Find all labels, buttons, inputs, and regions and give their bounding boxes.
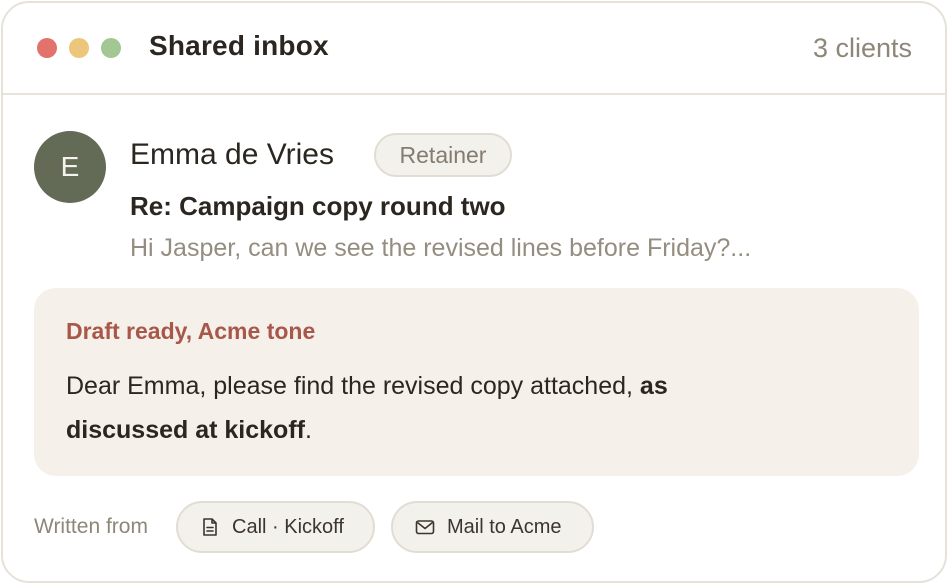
minimize-window-button[interactable] xyxy=(69,38,89,58)
window-title: Shared inbox xyxy=(149,30,329,61)
close-window-button[interactable] xyxy=(37,38,57,58)
title-bar: Shared inbox 3 clients xyxy=(3,3,945,95)
message-preview: Hi Jasper, can we see the revised lines … xyxy=(130,234,752,262)
draft-body: Dear Emma, please find the revised copy … xyxy=(66,364,786,452)
maximize-window-button[interactable] xyxy=(101,38,121,58)
avatar: E xyxy=(34,131,106,203)
client-count: 3 clients xyxy=(812,33,912,63)
message-subject: Re: Campaign copy round two xyxy=(130,191,506,221)
draft-status-label: Draft ready, Acme tone xyxy=(66,318,316,344)
draft-reply-card[interactable]: Draft ready, Acme tone Dear Emma, please… xyxy=(34,288,919,476)
envelope-icon xyxy=(415,520,435,535)
source-chip-call-kickoff[interactable]: Call · Kickoff xyxy=(176,501,375,553)
source-chip-label: Call · Kickoff xyxy=(232,515,344,538)
client-type-badge: Retainer xyxy=(374,133,512,177)
draft-body-text: Dear Emma, please find the revised copy … xyxy=(66,372,640,400)
sender-name: Emma de Vries xyxy=(130,138,334,171)
source-chip-mail-acme[interactable]: Mail to Acme xyxy=(391,501,594,553)
source-chip-label: Mail to Acme xyxy=(447,515,562,538)
document-icon xyxy=(203,518,217,536)
shared-inbox-window: Shared inbox 3 clients E Emma de Vries R… xyxy=(1,1,947,583)
draft-body-end: . xyxy=(304,416,312,444)
written-from-label: Written from xyxy=(34,515,148,538)
